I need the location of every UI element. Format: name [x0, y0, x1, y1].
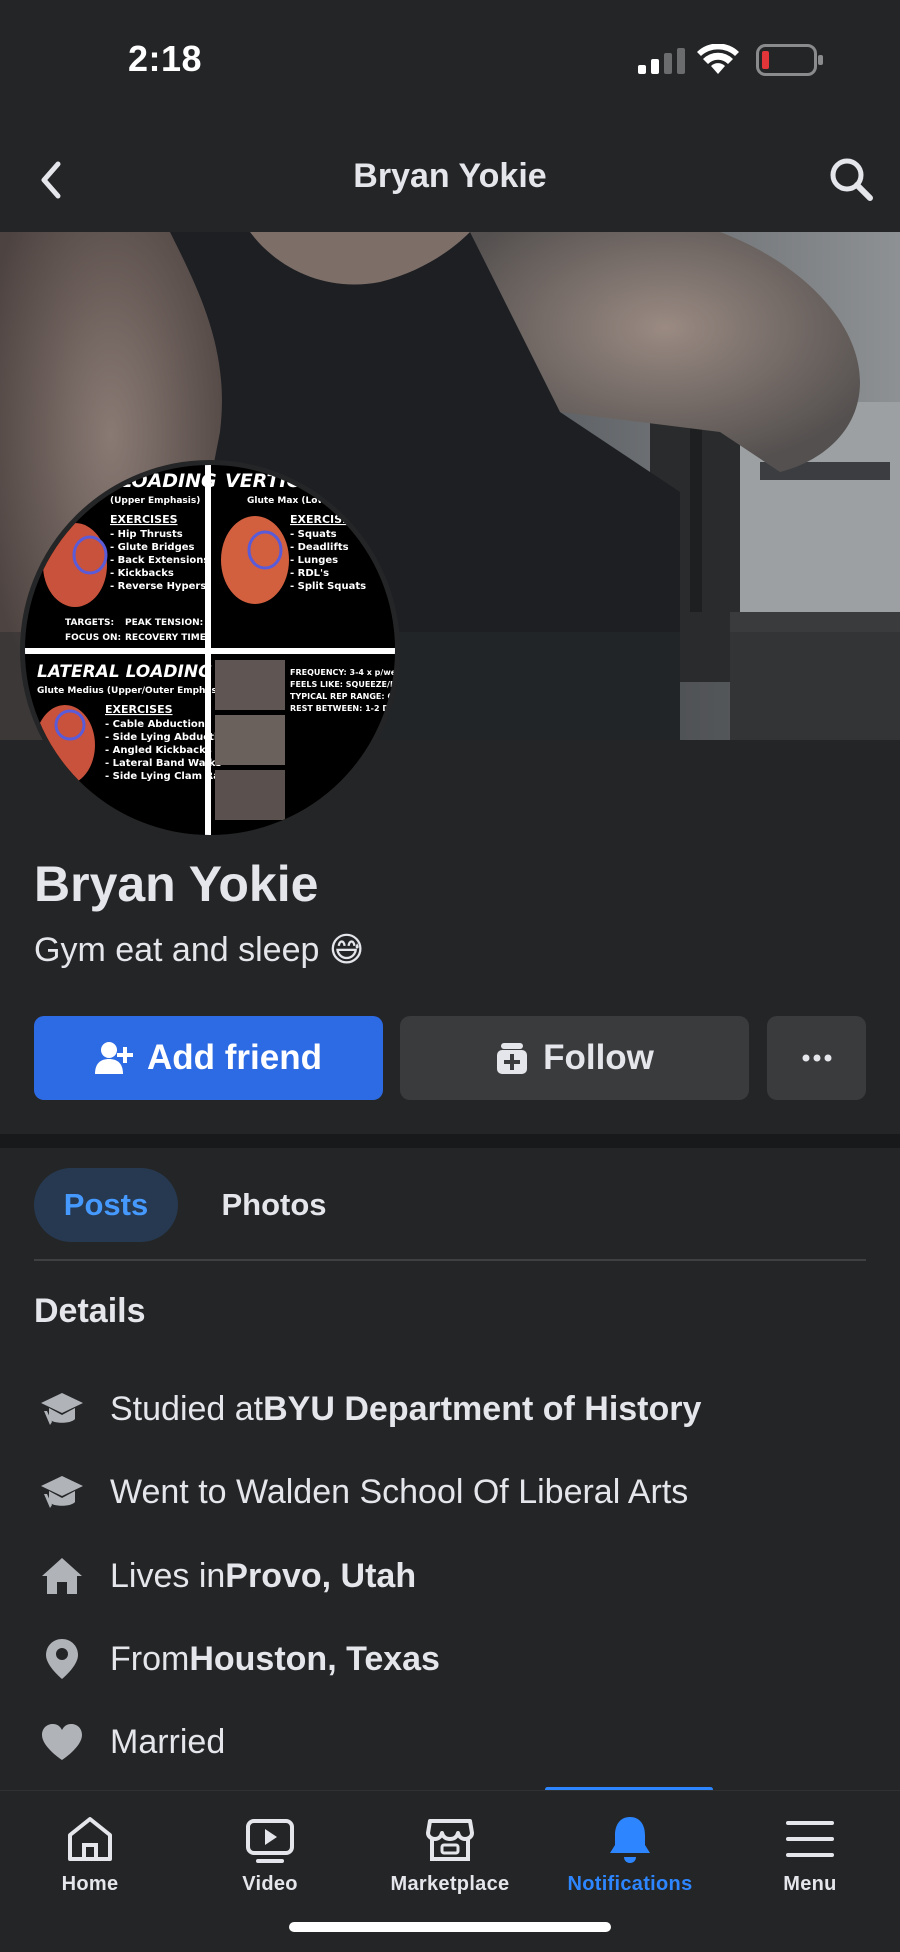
nav-bar: Bryan Yokie: [0, 130, 900, 230]
tabbar-label: Marketplace: [390, 1873, 510, 1895]
marketplace-icon: [426, 1819, 474, 1861]
avatar-label: EXERCISES: [110, 513, 178, 526]
avatar-label: - Split Squats: [290, 581, 366, 592]
detail-prefix: Lives in: [110, 1556, 226, 1595]
graduation-cap-icon: [34, 1381, 90, 1437]
detail-from: From Houston, Texas: [34, 1629, 440, 1689]
more-options-button[interactable]: [767, 1016, 866, 1100]
avatar-label: TARGETS:: [65, 618, 114, 628]
tabbar-home[interactable]: Home: [0, 1791, 180, 1901]
detail-prefix: From: [110, 1639, 190, 1678]
avatar-label: TYPICAL REP RANGE: 6-20: [290, 692, 395, 701]
bio-emoji: 😅: [328, 930, 365, 970]
follow-label: Follow: [543, 1038, 654, 1077]
avatar-label: - Glute Bridges: [110, 542, 195, 553]
avatar-label: - Squats: [290, 529, 337, 540]
avatar-label: - RDL's: [290, 568, 329, 579]
tabbar-label: Menu: [783, 1873, 837, 1895]
add-friend-button[interactable]: Add friend: [34, 1016, 383, 1100]
avatar-label: - Reverse Hypers: [110, 581, 206, 592]
avatar-label: - Kickbacks: [110, 568, 174, 579]
tab-posts[interactable]: Posts: [34, 1168, 178, 1242]
avatar-label: PEAK TENSION:: [125, 618, 203, 628]
profile-avatar[interactable]: LOADING (Upper Emphasis) EXERCISES - Hip…: [20, 460, 400, 840]
home-icon: [68, 1817, 112, 1861]
cellular-signal-icon: [638, 48, 685, 74]
detail-bold[interactable]: BYU Department of History: [263, 1390, 701, 1429]
avatar-label: FOCUS ON:: [65, 633, 121, 643]
avatar-label: LATERAL LOADING: [37, 662, 212, 682]
tabs-divider: [34, 1259, 866, 1261]
add-friend-icon: [95, 1042, 133, 1074]
avatar-label: Glute Medius (Upper/Outer Emphasis): [37, 686, 229, 696]
more-dots-icon: [802, 1054, 831, 1062]
home-indicator[interactable]: [289, 1922, 611, 1932]
detail-prefix: Married: [110, 1722, 226, 1761]
avatar-label: - Lunges: [290, 555, 338, 566]
home-icon: [34, 1548, 90, 1604]
avatar-label: - Hip Thrusts: [110, 529, 183, 540]
tabbar-label: Video: [242, 1873, 298, 1895]
tabbar-label: Home: [61, 1873, 119, 1895]
avatar-label: RECOVERY TIME:: [125, 633, 210, 643]
menu-icon: [786, 1821, 834, 1857]
tabbar-video[interactable]: Video: [180, 1791, 360, 1901]
tabbar-label: Notifications: [567, 1873, 693, 1895]
detail-lives-in: Lives in Provo, Utah: [34, 1546, 416, 1606]
status-time: 2:18: [128, 38, 203, 79]
wifi-icon: [697, 44, 739, 74]
avatar-label: FREQUENCY: 3-4 x p/week: [290, 668, 395, 677]
avatar-label: - Cable Abductions: [105, 719, 211, 730]
tabbar-menu[interactable]: Menu: [720, 1791, 900, 1901]
avatar-label: - Deadlifts: [290, 542, 349, 553]
detail-school: Went to Walden School Of Liberal Arts: [34, 1462, 688, 1522]
avatar-label: - Angled Kickbacks: [105, 745, 212, 756]
avatar-label: FEELS LIKE: SQUEEZE/BURN: [290, 680, 395, 689]
follow-icon: [497, 1043, 528, 1074]
avatar-label: - Lateral Band Walks: [105, 758, 222, 769]
avatar-label: (Upper Emphasis): [110, 496, 200, 506]
detail-bold[interactable]: Provo, Utah: [225, 1557, 416, 1596]
avatar-label: REST BETWEEN: 1-2 Days: [290, 704, 395, 713]
video-icon: [246, 1819, 294, 1863]
detail-prefix: Went to Walden School Of Liberal Arts: [110, 1472, 689, 1511]
detail-relationship: Married: [34, 1712, 225, 1772]
profile-name: Bryan Yokie: [34, 856, 319, 912]
detail-education: Studied at BYU Department of History: [34, 1379, 701, 1439]
avatar-label: EXERCISES: [105, 703, 173, 716]
tabbar-marketplace[interactable]: Marketplace: [360, 1791, 540, 1901]
section-divider: [0, 1134, 900, 1148]
detail-prefix: Studied at: [110, 1389, 264, 1428]
bio-text: Gym eat and sleep: [34, 931, 320, 969]
detail-bold[interactable]: Houston, Texas: [189, 1640, 440, 1679]
follow-button[interactable]: Follow: [400, 1016, 749, 1100]
search-icon[interactable]: [826, 154, 876, 204]
status-bar: 2:18: [0, 0, 900, 120]
avatar-label: - Back Extensions: [110, 555, 209, 566]
add-friend-label: Add friend: [147, 1038, 322, 1077]
battery-icon: [756, 44, 823, 76]
profile-bio: Gym eat and sleep 😅: [34, 930, 364, 970]
location-pin-icon: [34, 1631, 90, 1687]
graduation-cap-icon: [34, 1464, 90, 1520]
bell-icon: [610, 1817, 650, 1863]
tab-photos[interactable]: Photos: [204, 1168, 344, 1242]
tabbar-notifications[interactable]: Notifications: [540, 1791, 720, 1901]
heart-icon: [34, 1714, 90, 1770]
details-title: Details: [34, 1292, 146, 1330]
nav-title: Bryan Yokie: [353, 157, 547, 195]
